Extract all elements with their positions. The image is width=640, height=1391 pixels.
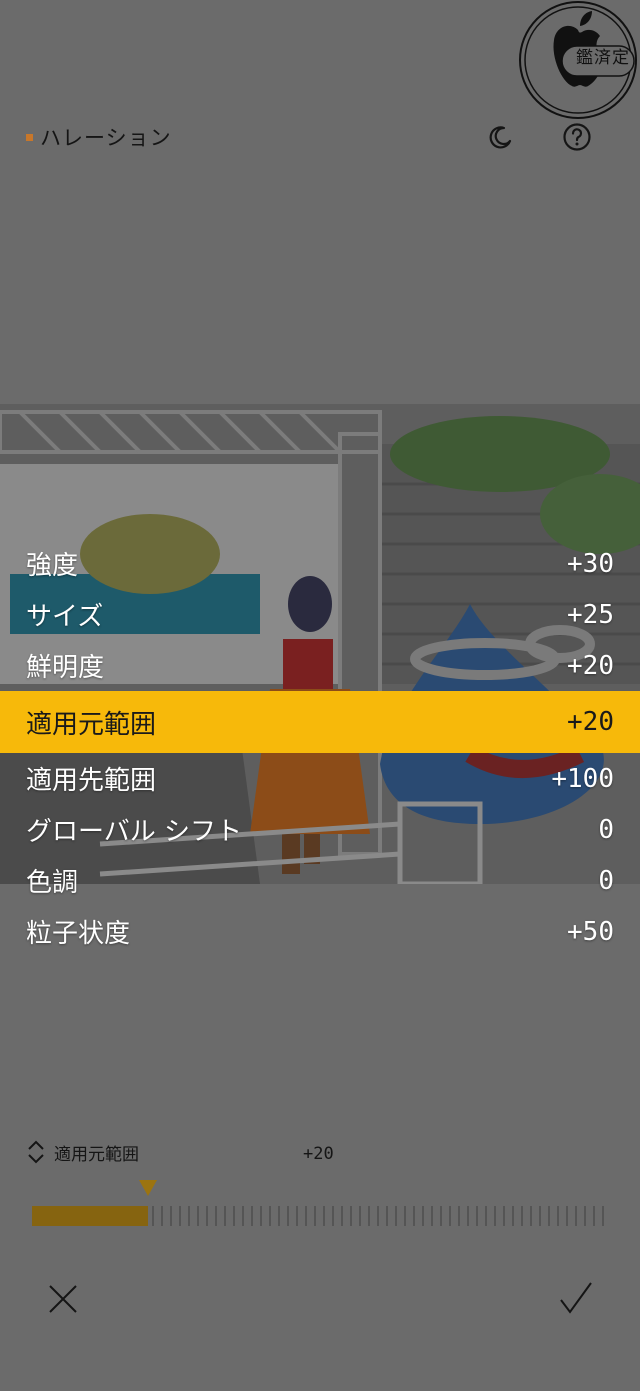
slider-tick — [503, 1206, 505, 1226]
slider-tick — [233, 1206, 235, 1226]
param-row-global-shift[interactable]: グローバル シフト 0 — [0, 804, 640, 855]
param-value: +20 — [567, 650, 614, 681]
param-label: グローバル シフト — [26, 817, 243, 847]
slider-tick — [521, 1206, 523, 1226]
slider-tick — [359, 1206, 361, 1226]
badge-text: 鑑済定 — [576, 48, 630, 68]
title-marker — [26, 133, 33, 141]
slider-tick — [413, 1206, 415, 1226]
slider-tick — [476, 1206, 478, 1226]
slider-tick — [242, 1206, 244, 1226]
slider-tick — [404, 1206, 406, 1226]
param-value: 0 — [598, 814, 614, 845]
slider-tick — [260, 1206, 262, 1226]
slider-tick — [395, 1206, 397, 1226]
selected-param-label: 適用元範囲 — [54, 1144, 139, 1165]
param-label: 色調 — [26, 868, 79, 898]
slider-tick — [458, 1206, 460, 1226]
slider-tick — [152, 1206, 154, 1226]
title-group: ハレーション — [26, 122, 172, 152]
verified-badge: 鑑済定 — [518, 0, 638, 120]
slider-tick — [287, 1206, 289, 1226]
slider-tick — [593, 1206, 595, 1226]
param-row-tone[interactable]: 色調 0 — [0, 855, 640, 906]
chevron-up-down-icon[interactable] — [26, 1138, 46, 1166]
slider-tick — [557, 1206, 559, 1226]
filter-title: ハレーション — [40, 126, 172, 150]
param-value: +50 — [567, 916, 614, 947]
slider-tick — [278, 1206, 280, 1226]
slider-ticks — [152, 1206, 604, 1226]
slider-tick — [566, 1206, 568, 1226]
param-row-size[interactable]: サイズ +25 — [0, 589, 640, 640]
param-row-target-range[interactable]: 適用先範囲 +100 — [0, 753, 640, 804]
param-value: +25 — [567, 599, 614, 630]
slider-tick — [575, 1206, 577, 1226]
slider-tick — [170, 1206, 172, 1226]
slider-tick — [215, 1206, 217, 1226]
slider-tick — [305, 1206, 307, 1226]
param-label: 粒子状度 — [26, 919, 131, 949]
slider-tick — [377, 1206, 379, 1226]
param-value: +30 — [567, 548, 614, 579]
slider-tick — [539, 1206, 541, 1226]
slider-tick — [422, 1206, 424, 1226]
slider-tick — [224, 1206, 226, 1226]
param-label: 適用元範囲 — [26, 709, 157, 740]
help-icon[interactable] — [562, 122, 592, 152]
slider-tick — [206, 1206, 208, 1226]
param-row-sharpness[interactable]: 鮮明度 +20 — [0, 640, 640, 691]
slider-tick — [512, 1206, 514, 1226]
slider-tick — [386, 1206, 388, 1226]
slider-tick — [440, 1206, 442, 1226]
slider-tick — [449, 1206, 451, 1226]
slider-tick — [296, 1206, 298, 1226]
slider-tick — [368, 1206, 370, 1226]
slider-tick — [188, 1206, 190, 1226]
slider-tick — [548, 1206, 550, 1226]
slider-tick — [530, 1206, 532, 1226]
slider-tick — [251, 1206, 253, 1226]
slider-tick — [323, 1206, 325, 1226]
selected-param-switcher[interactable]: 適用元範囲 — [26, 1138, 139, 1166]
slider-tick — [602, 1206, 604, 1226]
param-row-strength[interactable]: 強度 +30 — [0, 538, 640, 589]
param-label: 強度 — [26, 551, 79, 581]
slider-tick — [341, 1206, 343, 1226]
moon-icon[interactable] — [485, 122, 515, 152]
value-slider[interactable] — [32, 1178, 610, 1230]
param-label: 鮮明度 — [26, 653, 105, 683]
param-value: +100 — [551, 763, 614, 794]
slider-tick — [584, 1206, 586, 1226]
slider-tick — [485, 1206, 487, 1226]
param-row-source-range[interactable]: 適用元範囲 +20 — [0, 691, 640, 753]
slider-tick — [269, 1206, 271, 1226]
param-row-grain[interactable]: 粒子状度 +50 — [0, 906, 640, 957]
slider-tick — [197, 1206, 199, 1226]
slider-tick — [314, 1206, 316, 1226]
slider-tick — [467, 1206, 469, 1226]
parameter-list: 強度 +30 サイズ +25 鮮明度 +20 適用元範囲 +20 適用先範囲 +… — [0, 538, 640, 957]
slider-tick — [161, 1206, 163, 1226]
slider-tick — [350, 1206, 352, 1226]
slider-tick — [494, 1206, 496, 1226]
param-label: 適用先範囲 — [26, 766, 157, 796]
close-icon[interactable] — [46, 1282, 80, 1316]
param-value: +20 — [567, 707, 614, 737]
param-label: サイズ — [26, 602, 104, 632]
slider-tick — [431, 1206, 433, 1226]
param-value: 0 — [598, 865, 614, 896]
selected-param-value: +20 — [303, 1144, 334, 1164]
slider-pointer[interactable] — [139, 1180, 157, 1196]
checkmark-icon[interactable] — [558, 1280, 594, 1316]
slider-tick — [332, 1206, 334, 1226]
slider-tick — [179, 1206, 181, 1226]
